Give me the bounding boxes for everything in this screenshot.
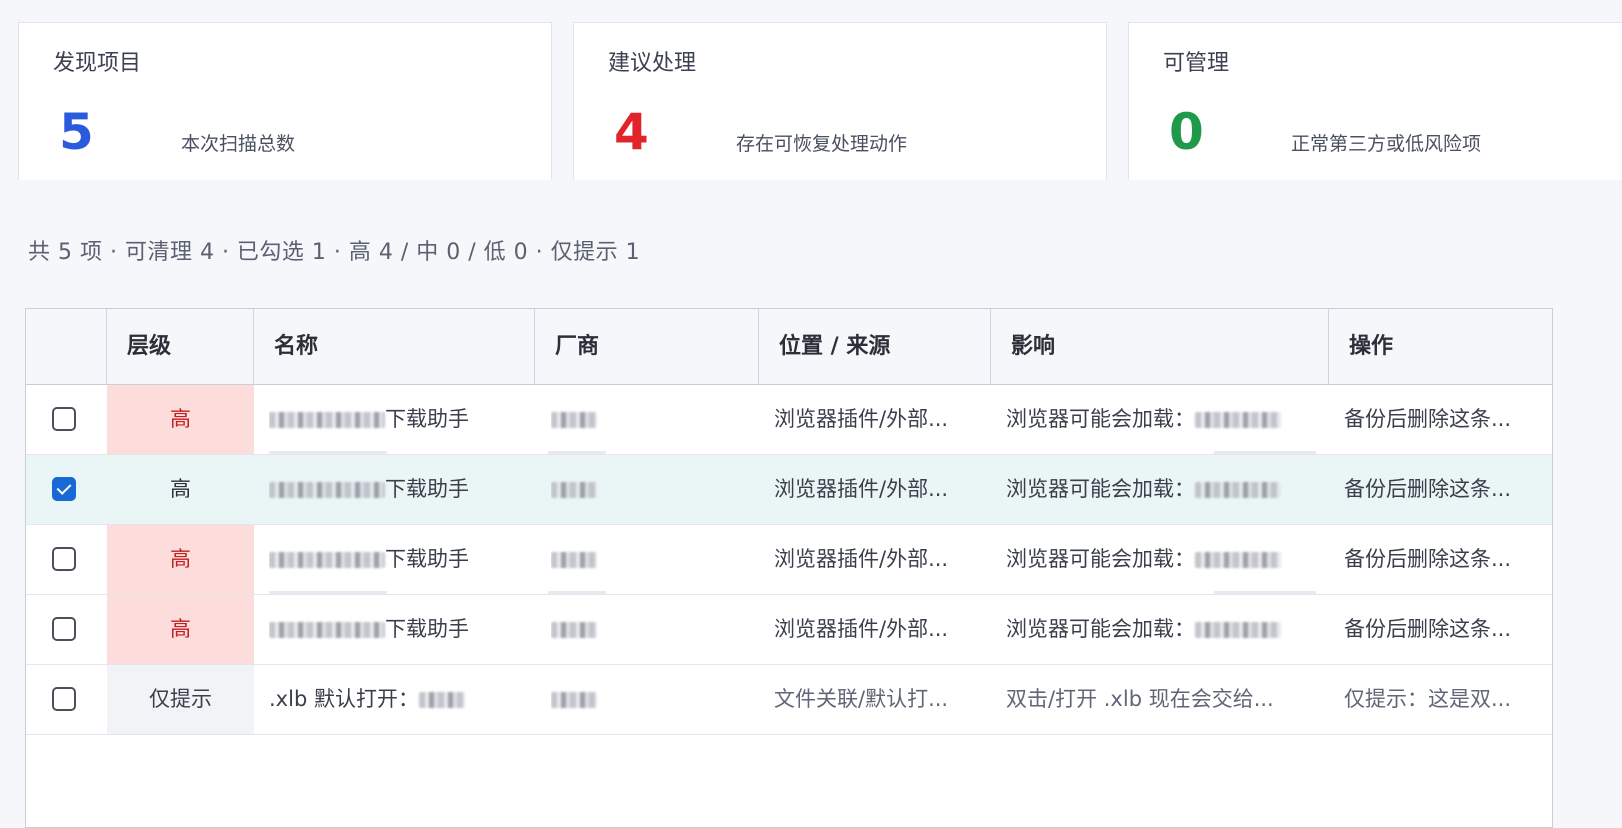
redacted-vendor xyxy=(551,692,597,708)
stat-card-number: 0 xyxy=(1169,103,1204,161)
header-level[interactable]: 层级 xyxy=(106,309,253,384)
name-underline xyxy=(269,451,387,454)
location: 文件关联/默认打... xyxy=(774,687,949,711)
stat-card-desc: 存在可恢复处理动作 xyxy=(736,133,908,155)
impact-text: 浏览器可能会加载： xyxy=(1006,407,1195,431)
redacted-name xyxy=(269,412,385,428)
item-name-suffix: 下载助手 xyxy=(385,407,469,431)
header-vendor[interactable]: 厂商 xyxy=(534,309,758,384)
table-row[interactable]: 高 下载助手 浏览器插件/外部... 浏览器可能会加载： 备份后删除这条... xyxy=(26,595,1552,665)
table-row[interactable]: 高 下载助手 浏览器插件/外部... 浏览器可能会加载： 备份后删除这条... xyxy=(26,385,1552,455)
impact: 双击/打开 .xlb 现在会交给... xyxy=(1006,687,1274,711)
table-row[interactable]: 高 下载助手 浏览器插件/外部... 浏览器可能会加载： 备份后删除这条... xyxy=(26,455,1552,525)
header-select xyxy=(26,309,106,384)
vendor-underline xyxy=(548,591,606,594)
level-badge: 高 xyxy=(107,525,254,594)
impact-underline xyxy=(1214,451,1316,454)
redacted-vendor xyxy=(551,412,597,428)
header-name[interactable]: 名称 xyxy=(253,309,534,384)
vendor-underline xyxy=(548,451,606,454)
redacted-vendor xyxy=(551,482,597,498)
header-location[interactable]: 位置 / 来源 xyxy=(758,309,990,384)
impact: 浏览器可能会加载： xyxy=(1006,455,1316,524)
row-checkbox[interactable] xyxy=(52,687,76,711)
redacted-impact xyxy=(1195,412,1281,428)
action[interactable]: 备份后删除这条... xyxy=(1344,595,1549,664)
level-badge: 高 xyxy=(107,385,254,454)
item-name: 下载助手 xyxy=(269,525,529,594)
stat-card-number: 4 xyxy=(614,103,649,161)
stat-card-desc: 正常第三方或低风险项 xyxy=(1291,133,1482,155)
impact-text: 浏览器可能会加载： xyxy=(1006,547,1195,571)
location: 浏览器插件/外部... xyxy=(774,407,949,431)
stat-card-title: 可管理 xyxy=(1163,51,1230,76)
redacted-name xyxy=(418,692,465,708)
scan-summary: 共 5 项 · 可清理 4 · 已勾选 1 · 高 4 / 中 0 / 低 0 … xyxy=(28,240,641,265)
level-badge: 仅提示 xyxy=(107,665,254,734)
impact-text: 浏览器可能会加载： xyxy=(1006,477,1195,501)
vendor xyxy=(551,455,751,524)
action[interactable]: 备份后删除这条... xyxy=(1344,455,1549,524)
vendor xyxy=(551,385,751,454)
header-impact[interactable]: 影响 xyxy=(990,309,1328,384)
action[interactable]: 备份后删除这条... xyxy=(1344,525,1549,594)
row-checkbox[interactable] xyxy=(52,407,76,431)
stat-card-suggested: 建议处理 4 存在可恢复处理动作 xyxy=(573,22,1107,180)
item-name-suffix: 下载助手 xyxy=(385,477,469,501)
stat-card-manageable: 可管理 0 正常第三方或低风险项 xyxy=(1128,22,1622,180)
impact: 浏览器可能会加载： xyxy=(1006,525,1316,594)
stat-card-found: 发现项目 5 本次扫描总数 xyxy=(18,22,552,180)
redacted-impact xyxy=(1195,482,1281,498)
redacted-name xyxy=(269,552,385,568)
redacted-name xyxy=(269,482,385,498)
level-badge: 高 xyxy=(107,595,254,664)
location: 浏览器插件/外部... xyxy=(774,617,949,641)
stat-card-desc: 本次扫描总数 xyxy=(181,133,296,155)
location: 浏览器插件/外部... xyxy=(774,547,949,571)
action[interactable]: 备份后删除这条... xyxy=(1344,385,1549,454)
impact: 浏览器可能会加载： xyxy=(1006,595,1316,664)
item-name: .xlb 默认打开： xyxy=(269,665,529,734)
redacted-vendor xyxy=(551,552,597,568)
redacted-impact xyxy=(1195,622,1281,638)
item-name: 下载助手 xyxy=(269,595,529,664)
vendor xyxy=(551,525,751,594)
stat-card-number: 5 xyxy=(59,103,94,161)
redacted-name xyxy=(269,622,385,638)
impact: 浏览器可能会加载： xyxy=(1006,385,1316,454)
item-name-prefix: .xlb 默认打开： xyxy=(269,687,419,711)
item-name: 下载助手 xyxy=(269,385,529,454)
table-row[interactable]: 仅提示 .xlb 默认打开： 文件关联/默认打... 双击/打开 .xlb 现在… xyxy=(26,665,1552,735)
location: 浏览器插件/外部... xyxy=(774,477,949,501)
row-checkbox[interactable] xyxy=(52,477,76,501)
redacted-impact xyxy=(1195,552,1281,568)
name-underline xyxy=(269,591,387,594)
table-header: 层级 名称 厂商 位置 / 来源 影响 操作 xyxy=(26,309,1552,385)
stat-card-title: 建议处理 xyxy=(608,51,697,76)
item-name: 下载助手 xyxy=(269,455,529,524)
impact-underline xyxy=(1214,591,1316,594)
impact-text: 浏览器可能会加载： xyxy=(1006,617,1195,641)
item-name-suffix: 下载助手 xyxy=(385,547,469,571)
row-checkbox[interactable] xyxy=(52,617,76,641)
table-row[interactable]: 高 下载助手 浏览器插件/外部... 浏览器可能会加载： 备份后删除这条... xyxy=(26,525,1552,595)
item-name-suffix: 下载助手 xyxy=(385,617,469,641)
redacted-vendor xyxy=(551,622,597,638)
vendor xyxy=(551,665,751,734)
action[interactable]: 仅提示：这是双... xyxy=(1344,665,1549,734)
vendor xyxy=(551,595,751,664)
stat-card-title: 发现项目 xyxy=(53,51,142,76)
row-checkbox[interactable] xyxy=(52,547,76,571)
level-badge: 高 xyxy=(170,477,191,501)
results-table: 层级 名称 厂商 位置 / 来源 影响 操作 高 下载助手 浏览器插件/外部..… xyxy=(25,308,1553,828)
header-action[interactable]: 操作 xyxy=(1328,309,1552,384)
